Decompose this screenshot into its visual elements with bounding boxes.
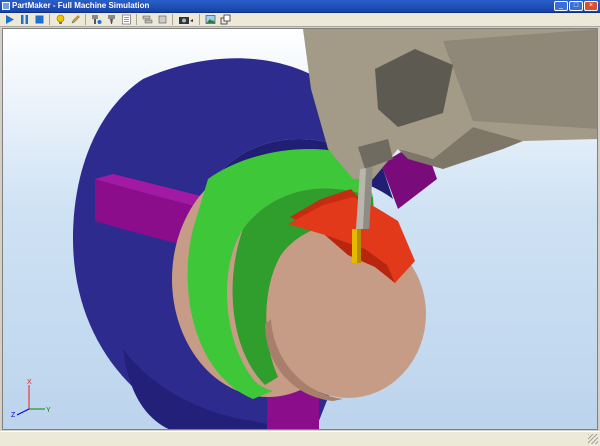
window-title: PartMaker - Full Machine Simulation bbox=[12, 1, 150, 10]
resize-grip[interactable] bbox=[588, 434, 598, 444]
pencil-icon[interactable] bbox=[69, 14, 81, 26]
light-bulb-icon[interactable] bbox=[54, 14, 66, 26]
cutting-tool-shade bbox=[357, 229, 361, 263]
toolbar-separator bbox=[199, 14, 200, 25]
layers-icon[interactable] bbox=[141, 14, 153, 26]
play-icon[interactable] bbox=[3, 14, 15, 26]
close-button[interactable]: × bbox=[584, 1, 598, 11]
toolbar-separator bbox=[172, 14, 173, 25]
toolbar-separator bbox=[49, 14, 50, 25]
toolbar-separator bbox=[136, 14, 137, 25]
toolbar-separator bbox=[85, 14, 86, 25]
report-icon[interactable] bbox=[120, 14, 132, 26]
title-bar: PartMaker - Full Machine Simulation _ □ … bbox=[0, 0, 600, 13]
status-bar bbox=[0, 431, 600, 446]
axis-label-z: Z bbox=[11, 412, 16, 417]
image-icon[interactable] bbox=[204, 14, 216, 26]
stop-icon[interactable] bbox=[33, 14, 45, 26]
axis-label-x: X bbox=[27, 379, 32, 386]
toolbar bbox=[0, 13, 600, 27]
spindle-icon[interactable] bbox=[105, 14, 117, 26]
maximize-button[interactable]: □ bbox=[569, 1, 583, 11]
minimize-button[interactable]: _ bbox=[554, 1, 568, 11]
app-icon bbox=[2, 2, 10, 10]
machine-simulation-scene bbox=[73, 29, 597, 429]
camera-icon[interactable] bbox=[177, 14, 195, 26]
simulation-viewport[interactable]: X Y Z bbox=[2, 28, 598, 430]
rotate-icon[interactable] bbox=[156, 14, 168, 26]
tool-holder-icon[interactable] bbox=[90, 14, 102, 26]
axis-label-y: Y bbox=[46, 407, 51, 414]
pause-icon[interactable] bbox=[18, 14, 30, 26]
window-restore-icon[interactable] bbox=[219, 14, 231, 26]
axis-triad: X Y Z bbox=[11, 379, 51, 417]
